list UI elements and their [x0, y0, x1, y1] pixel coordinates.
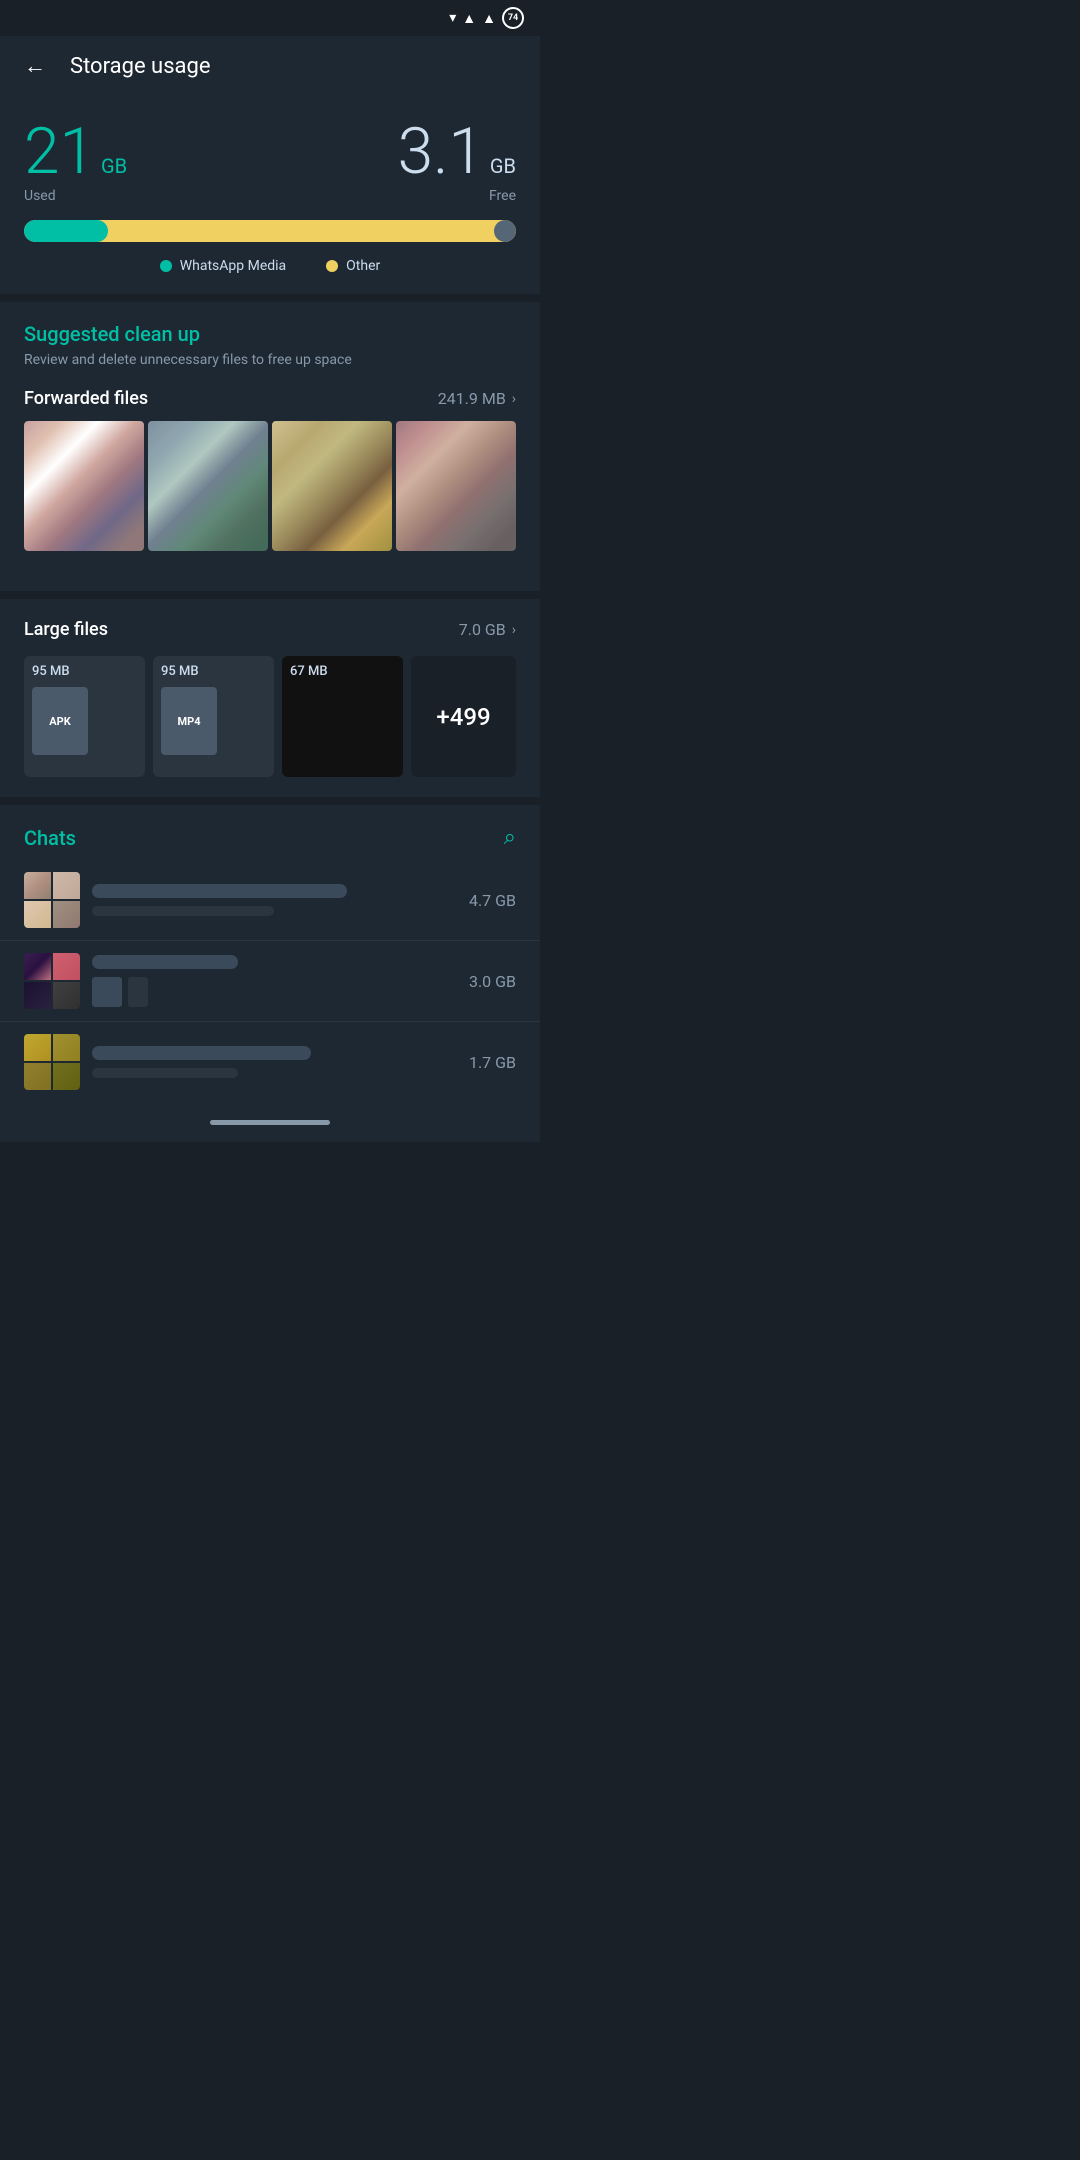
file-thumb-unknown[interactable]: 67 MB	[282, 656, 403, 777]
battery-icon: 74	[502, 7, 524, 29]
storage-overview: 21 GB Used 3.1 GB Free WhatsApp Media Ot…	[0, 96, 540, 294]
thumb-1	[24, 421, 144, 551]
chats-header: Chats ⌕	[0, 805, 540, 860]
large-files-row[interactable]: Large files 7.0 GB ›	[24, 619, 516, 640]
legend-dot-teal	[160, 260, 172, 272]
chat-item-3[interactable]: 1.7 GB	[0, 1022, 540, 1102]
forwarded-files-size: 241.9 MB ›	[438, 389, 516, 408]
progress-used-fill	[24, 220, 108, 242]
large-files-section: Large files 7.0 GB › 95 MB APK 95 MB MP4…	[0, 599, 540, 797]
chat-name-bar-2	[92, 955, 238, 969]
forwarded-files-label: Forwarded files	[24, 388, 148, 409]
chat-size-2: 3.0 GB	[469, 972, 516, 991]
top-bar: ← Storage usage	[0, 36, 540, 96]
chat-size-3: 1.7 GB	[469, 1053, 516, 1072]
chevron-right-icon-2: ›	[512, 622, 516, 638]
storage-progress-bar	[24, 220, 516, 242]
large-files-thumbs: 95 MB APK 95 MB MP4 67 MB +499	[24, 656, 516, 777]
nav-bar	[0, 1102, 540, 1142]
apk-icon: APK	[32, 687, 88, 755]
chat-sub-bar-1	[92, 906, 274, 916]
chat-item-1[interactable]: 4.7 GB	[0, 860, 540, 941]
used-label: Used	[24, 188, 127, 204]
cleanup-subtitle: Review and delete unnecessary files to f…	[24, 352, 516, 368]
chat-name-bar-1	[92, 884, 347, 898]
chat-avatar-1	[24, 872, 80, 928]
cleanup-title: Suggested clean up	[24, 322, 516, 346]
large-files-size: 7.0 GB ›	[459, 620, 516, 639]
free-unit: GB	[490, 154, 516, 178]
chat-size-1: 4.7 GB	[469, 891, 516, 910]
forwarded-files-row[interactable]: Forwarded files 241.9 MB ›	[24, 388, 516, 409]
chat-avatar-3	[24, 1034, 80, 1090]
chat-item-2[interactable]: 3.0 GB	[0, 941, 540, 1022]
nav-indicator	[210, 1120, 330, 1125]
more-files-thumb[interactable]: +499	[411, 656, 516, 777]
used-number: 21	[24, 120, 95, 184]
more-files-label: +499	[436, 703, 490, 731]
file-thumb-apk[interactable]: 95 MB APK	[24, 656, 145, 777]
file3-size: 67 MB	[290, 664, 328, 679]
chats-section: Chats ⌕ 4.7 GB 3.0	[0, 805, 540, 1102]
wifi-icon: ▾	[449, 10, 456, 26]
progress-end-cap	[494, 220, 516, 242]
free-label: Free	[398, 188, 516, 204]
legend-whatsapp-media: WhatsApp Media	[160, 258, 286, 274]
thumb-3	[272, 421, 392, 551]
storage-legend: WhatsApp Media Other	[24, 258, 516, 274]
file1-size: 95 MB	[32, 664, 70, 679]
chat-name-bar-3	[92, 1046, 311, 1060]
chat-info-1	[92, 884, 457, 916]
signal-icon-2: ▲	[482, 10, 496, 27]
cleanup-section: Suggested clean up Review and delete unn…	[0, 302, 540, 591]
legend-other-label: Other	[346, 258, 380, 274]
chat-info-2	[92, 955, 457, 1007]
legend-other: Other	[326, 258, 380, 274]
status-icons: ▾ ▲ ▲ 74	[449, 7, 524, 29]
free-number: 3.1	[398, 120, 484, 184]
page-title: Storage usage	[70, 54, 211, 79]
storage-used: 21 GB Used	[24, 120, 127, 204]
chat-info-3	[92, 1046, 457, 1078]
status-bar: ▾ ▲ ▲ 74	[0, 0, 540, 36]
chats-title: Chats	[24, 826, 76, 850]
back-button[interactable]: ←	[16, 45, 54, 87]
mp4-icon: MP4	[161, 687, 217, 755]
chevron-right-icon: ›	[512, 391, 516, 407]
storage-free: 3.1 GB Free	[398, 120, 516, 204]
forwarded-files-thumbnails[interactable]	[24, 421, 516, 551]
file2-size: 95 MB	[161, 664, 199, 679]
search-icon[interactable]: ⌕	[504, 825, 516, 850]
used-unit: GB	[101, 154, 127, 178]
thumb-2	[148, 421, 268, 551]
legend-media-label: WhatsApp Media	[180, 258, 286, 274]
thumb-4	[396, 421, 516, 551]
legend-dot-yellow	[326, 260, 338, 272]
chat-sub-bar-3	[92, 1068, 238, 1078]
file-thumb-mp4[interactable]: 95 MB MP4	[153, 656, 274, 777]
large-files-label: Large files	[24, 619, 108, 640]
chat-avatar-2	[24, 953, 80, 1009]
signal-icon: ▲	[462, 10, 476, 27]
storage-numbers: 21 GB Used 3.1 GB Free	[24, 120, 516, 204]
